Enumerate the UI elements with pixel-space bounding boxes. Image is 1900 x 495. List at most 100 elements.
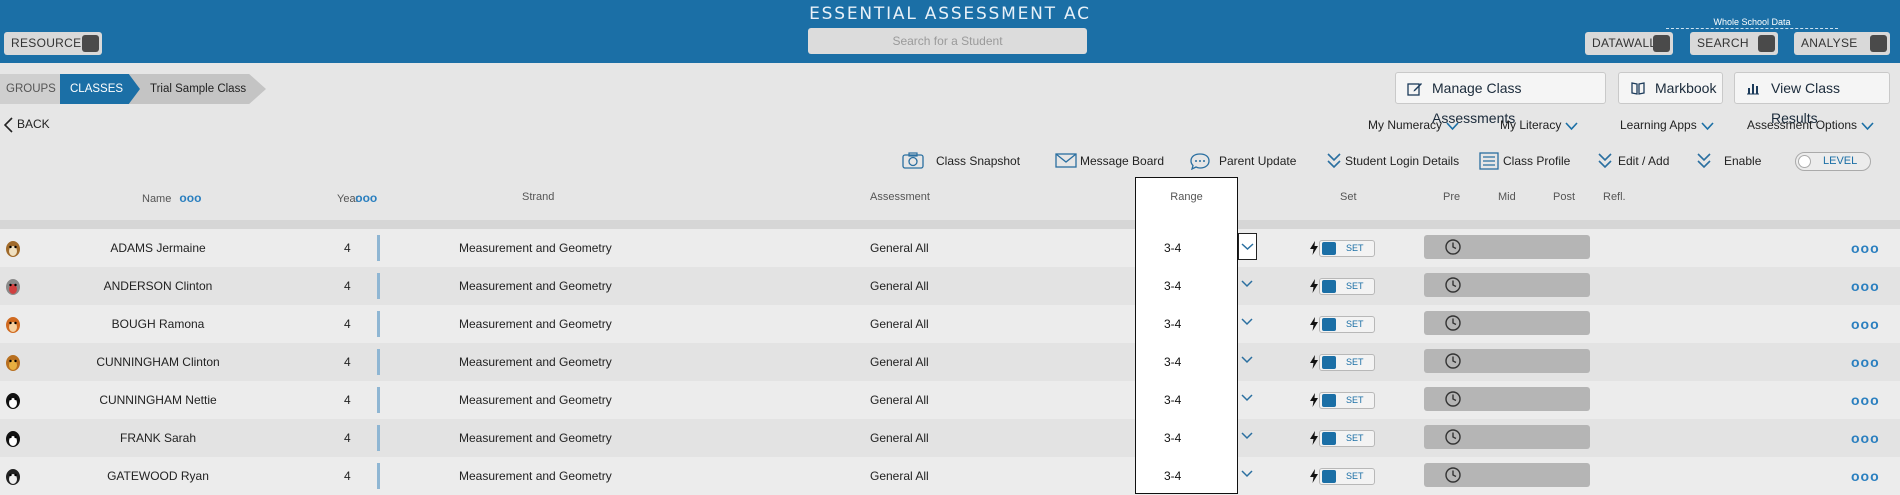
set-toggle[interactable]: SET [1319,240,1375,257]
student-name[interactable]: ANDERSON Clinton [0,267,316,305]
year-indicator-bar [377,463,380,489]
envelope-icon [1055,153,1077,168]
assessment-options-menu[interactable]: Assessment Options [1747,118,1874,132]
assessment-status-bar[interactable] [1424,273,1590,297]
chevron-down-icon[interactable] [1240,393,1254,403]
more-options-icon[interactable]: ooo [1851,305,1880,343]
message-board-label: Message Board [1080,154,1165,168]
assessment-status-bar[interactable] [1424,349,1590,373]
year-indicator-bar [377,311,380,337]
range-value[interactable]: 3-4 [1164,393,1181,407]
my-literacy-menu[interactable]: My Literacy [1500,118,1578,132]
range-value[interactable]: 3-4 [1164,241,1181,255]
edit-add-button[interactable]: Edit / Add [1598,151,1678,171]
chevron-down-icon[interactable] [1240,469,1254,479]
student-name[interactable]: FRANK Sarah [0,419,316,457]
set-toggle[interactable]: SET [1319,430,1375,447]
table-row[interactable]: ANDERSON Clinton 4 Measurement and Geometr… [0,267,1900,305]
class-snapshot-button[interactable]: Class Snapshot [902,151,1032,171]
strand-value[interactable]: Measurement and Geometry [459,229,612,267]
level-toggle-knob [1798,155,1811,168]
more-options-icon[interactable]: ooo [1851,419,1880,457]
student-login-details-button[interactable]: Student Login Details [1327,151,1467,171]
table-row[interactable]: FRANK Sarah 4 Measurement and Geometry Gene… [0,419,1900,457]
set-toggle[interactable]: SET [1319,354,1375,371]
name-sort-dots-icon[interactable]: ooo [179,191,201,205]
chevron-down-icon[interactable] [1240,355,1254,365]
table-row[interactable]: CUNNINGHAM Nettie 4 Measurement and Geomet… [0,381,1900,419]
table-row[interactable]: CUNNINGHAM Clinton 4 Measurement and Geome… [0,343,1900,381]
markbook-button[interactable]: Markbook [1618,72,1723,104]
breadcrumb-classes[interactable]: CLASSES [60,74,140,104]
range-value[interactable]: 3-4 [1164,279,1181,293]
search-toggle-icon [1758,35,1775,52]
breadcrumb-groups[interactable]: GROUPS [0,74,60,104]
student-name[interactable]: CUNNINGHAM Nettie [0,381,316,419]
assessment-value[interactable]: General All [870,267,929,305]
assessment-status-bar[interactable] [1424,463,1590,487]
my-numeracy-menu[interactable]: My Numeracy [1368,118,1459,132]
set-header: Set [1340,191,1357,203]
set-toggle[interactable]: SET [1319,278,1375,295]
parent-update-button[interactable]: Parent Update [1189,151,1299,171]
student-name[interactable]: GATEWOOD Ryan [0,457,316,495]
year-sort-dots-icon[interactable]: ooo [355,191,377,205]
strand-value[interactable]: Measurement and Geometry [459,381,612,419]
message-board-button[interactable]: Message Board [1055,151,1165,171]
manage-class-assessments-button[interactable]: Manage Class Assessments [1395,72,1606,126]
view-class-results-button[interactable]: View Class Results [1734,72,1890,126]
enable-button[interactable]: Enable [1697,151,1767,171]
assessment-value[interactable]: General All [870,457,929,495]
range-dropdown-focused[interactable] [1238,233,1257,260]
my-literacy-label: My Literacy [1500,118,1562,132]
resources-button[interactable]: RESOURCES [4,32,102,55]
datawall-button[interactable]: DATAWALL [1585,32,1673,55]
assessment-value[interactable]: General All [870,419,929,457]
chevron-down-icon[interactable] [1240,279,1254,289]
strand-value[interactable]: Measurement and Geometry [459,419,612,457]
strand-value[interactable]: Measurement and Geometry [459,343,612,381]
range-value[interactable]: 3-4 [1164,431,1181,445]
assessment-value[interactable]: General All [870,381,929,419]
student-search-input[interactable]: Search for a Student [808,28,1087,54]
range-value[interactable]: 3-4 [1164,469,1181,483]
strand-value[interactable]: Measurement and Geometry [459,457,612,495]
student-name[interactable]: CUNNINGHAM Clinton [0,343,316,381]
my-numeracy-label: My Numeracy [1368,118,1443,132]
range-value[interactable]: 3-4 [1164,317,1181,331]
student-name[interactable]: ADAMS Jermaine [0,229,316,267]
back-label: BACK [17,117,50,131]
breadcrumb-current-class[interactable]: Trial Sample Class [126,74,266,104]
more-options-icon[interactable]: ooo [1851,381,1880,419]
more-options-icon[interactable]: ooo [1851,229,1880,267]
set-toggle[interactable]: SET [1319,316,1375,333]
strand-value[interactable]: Measurement and Geometry [459,305,612,343]
assessment-value[interactable]: General All [870,343,929,381]
table-row[interactable]: GATEWOOD Ryan 4 Measurement and Geometry Ge… [0,457,1900,495]
search-button[interactable]: SEARCH [1690,32,1778,55]
assessment-value[interactable]: General All [870,305,929,343]
table-row[interactable]: BOUGH Ramona 4 Measurement and Geometry Gen… [0,305,1900,343]
analyse-button[interactable]: ANALYSE [1794,32,1890,55]
chevron-down-icon[interactable] [1240,431,1254,441]
name-header[interactable]: Name ooo [142,191,201,205]
more-options-icon[interactable]: ooo [1851,457,1880,495]
student-name[interactable]: BOUGH Ramona [0,305,316,343]
level-toggle[interactable]: LEVEL [1795,152,1871,171]
set-toggle[interactable]: SET [1319,392,1375,409]
chevron-down-icon[interactable] [1240,317,1254,327]
learning-apps-menu[interactable]: Learning Apps [1620,118,1714,132]
class-profile-button[interactable]: Class Profile [1479,151,1579,171]
strand-value[interactable]: Measurement and Geometry [459,267,612,305]
range-value[interactable]: 3-4 [1164,355,1181,369]
assessment-status-bar[interactable] [1424,387,1590,411]
assessment-status-bar[interactable] [1424,235,1590,259]
more-options-icon[interactable]: ooo [1851,267,1880,305]
more-options-icon[interactable]: ooo [1851,343,1880,381]
assessment-value[interactable]: General All [870,229,929,267]
table-row[interactable]: ADAMS Jermaine 4 Measurement and Geometry G… [0,229,1900,267]
set-toggle[interactable]: SET [1319,468,1375,485]
assessment-status-bar[interactable] [1424,311,1590,335]
assessment-status-bar[interactable] [1424,425,1590,449]
year-header[interactable]: Yearooo [337,191,377,205]
